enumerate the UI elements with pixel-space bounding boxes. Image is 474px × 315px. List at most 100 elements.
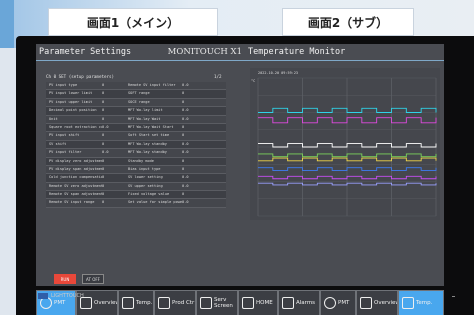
table-row[interactable]: PV display span adjustment 0 Bias input ty… (46, 165, 226, 175)
nav-temp[interactable]: Temp. (118, 290, 154, 315)
nav-label: Overview (94, 300, 118, 306)
indicator-dash (452, 296, 455, 297)
param-value[interactable]: 0 (102, 199, 126, 206)
param-value[interactable]: 0 (102, 132, 126, 139)
param-value[interactable]: 0.0 (182, 199, 226, 206)
param-value[interactable]: 0 (182, 124, 226, 131)
param-value[interactable]: 0 (102, 116, 126, 123)
param-value[interactable]: 0.0 (182, 149, 226, 156)
table-row[interactable]: Decimal point position 0 MFT Wo-lay limit 0… (46, 107, 226, 116)
param-name: Remote SV zero adjustment (49, 183, 102, 188)
table-row[interactable]: Remote SV span adjustment 0 Fixed voltage … (46, 191, 226, 200)
at-off-button[interactable]: AT OFF (82, 274, 104, 284)
param-value[interactable]: 0 (102, 174, 126, 181)
table-row[interactable]: PV input type 0 Remote SV input filter 0.0 (46, 82, 226, 91)
param-name: SV shift (49, 141, 67, 146)
table-row[interactable]: PV input lower limit 0 SOFT range 0 (46, 90, 226, 99)
param-name: PV input filter (49, 150, 82, 155)
param-value[interactable]: 0 (102, 158, 126, 165)
param-name: PV display span adjustment (49, 166, 102, 171)
nav-home[interactable]: HOME (238, 290, 278, 315)
bottom-navigation: PMT Overview Temp. Prod Ctr Serv Screen HOME A… (36, 290, 444, 315)
param-name: PV input shift (49, 133, 80, 138)
param-name: Fixed voltage value (128, 192, 170, 197)
param-name: MFT Wo-lay limit (128, 108, 163, 113)
nav-label: Serv Screen (214, 297, 233, 309)
table-row[interactable]: PV display zero adjustment 0 Standby mode 0 (46, 157, 226, 166)
param-value[interactable]: 0 (102, 82, 126, 89)
title-divider (244, 60, 444, 61)
parameter-settings-screen: Parameter Settings MONITOUCH X1 Ch 0 SET… (36, 44, 258, 286)
gauge-icon (158, 297, 170, 309)
gear-icon (324, 297, 336, 309)
parameter-table: PV input type 0 Remote SV input filter 0.0 P… (46, 82, 226, 208)
param-value[interactable]: 0 (182, 166, 226, 173)
table-row[interactable]: PV input shift 0 Soft Start set time 0 (46, 132, 226, 141)
param-value[interactable]: 0.0 (102, 149, 126, 156)
param-value[interactable]: 0.0 (182, 183, 226, 190)
brand-logo-icon (38, 293, 48, 299)
nav-alarms[interactable]: Alarms (278, 290, 320, 315)
param-value[interactable]: 0 (102, 90, 126, 97)
table-row[interactable]: Unit 0 MFT Wo-lay Wait 0.0 (46, 115, 226, 124)
nav-serv-screen[interactable]: Serv Screen (196, 290, 238, 315)
param-name: Unit (49, 116, 58, 121)
param-name: PV input lower limit (49, 91, 93, 96)
table-row[interactable]: PV input upper limit 0 SOCE range 0 (46, 98, 226, 108)
param-name: Remote SV span adjustment (49, 192, 102, 197)
param-value[interactable]: 0 (182, 132, 226, 139)
param-name: MFT Wo-lay Wait (128, 116, 161, 121)
param-value[interactable]: 0 (182, 191, 226, 198)
caption-screen1: 画面1（メイン） (48, 8, 218, 36)
nav-label: Alarms (296, 300, 316, 306)
temperature-monitor-screen: Temperature Monitor 2022-10-20 09:59:23 °… (244, 44, 444, 312)
param-value[interactable]: 0 (182, 158, 226, 165)
param-name: Cold junction compensation (49, 175, 102, 180)
nav-label: Temp. (416, 300, 433, 306)
nav-prod-ctr[interactable]: Prod Ctr (154, 290, 196, 315)
param-value[interactable]: 0.0 (182, 116, 226, 123)
nav-label: HOME (256, 300, 273, 306)
table-row[interactable]: SV shift 0 MFT Wo-lay standby 0.0 (46, 140, 226, 150)
table-row[interactable]: Remote SV zero adjustment 0 SV upper setti… (46, 182, 226, 192)
nav-label: Prod Ctr (172, 300, 195, 306)
trend-icon (122, 297, 134, 309)
temperature-trend-chart: 2022-10-20 09:59:23°C (250, 68, 440, 220)
param-value[interactable]: 0.0 (182, 174, 226, 181)
param-name: SV upper setting (128, 183, 163, 188)
home-icon (242, 297, 254, 309)
run-button[interactable]: RUN (54, 274, 76, 284)
chart-timestamp: 2022-10-20 09:59:23 (258, 71, 298, 75)
device-brand: MONITOUCH X1 (167, 47, 242, 57)
series-line-2 (258, 143, 437, 148)
param-value[interactable]: 0 (182, 99, 226, 106)
series-line-5 (258, 167, 437, 171)
nav-pmt[interactable]: PMT (320, 290, 356, 315)
param-value[interactable]: 0 (102, 141, 126, 148)
param-value[interactable]: 0 (102, 191, 126, 198)
series-line-1 (258, 117, 437, 124)
param-value[interactable]: 0 (102, 99, 126, 106)
param-value[interactable]: 0 (102, 107, 126, 114)
param-name: SOCE range (128, 99, 150, 104)
nav-temp[interactable]: Temp. (398, 290, 444, 315)
table-row[interactable]: Square root extraction cut point0.0MFT W… (46, 123, 226, 133)
param-name: Remote SV input filter (128, 83, 176, 87)
param-value[interactable]: 0.0 (182, 107, 226, 114)
nav-label: Temp. (136, 300, 153, 306)
grid-icon (360, 297, 372, 309)
nav-overview[interactable]: Overview (356, 290, 398, 315)
param-name: PV display zero adjustment (49, 158, 102, 163)
trend-icon (402, 297, 414, 309)
param-value[interactable]: 0 (102, 183, 126, 190)
param-value[interactable]: 0 (182, 90, 226, 97)
param-value[interactable]: 0.0 (182, 141, 226, 148)
table-row[interactable]: Remote SV input range 0 Set value for simp… (46, 199, 226, 208)
param-value[interactable]: 0.0 (182, 82, 226, 89)
section-subtitle: Ch 0 SET (setup parameters) (46, 74, 115, 79)
param-value[interactable]: 0 (102, 166, 126, 173)
side-accent (0, 0, 14, 48)
table-row[interactable]: Cold junction compensation 0 SV lower sett… (46, 174, 226, 183)
param-value[interactable]: 0.0 (102, 124, 126, 131)
table-row[interactable]: PV input filter 0.0 MFT Wo-lay standby 0.0 (46, 149, 226, 158)
